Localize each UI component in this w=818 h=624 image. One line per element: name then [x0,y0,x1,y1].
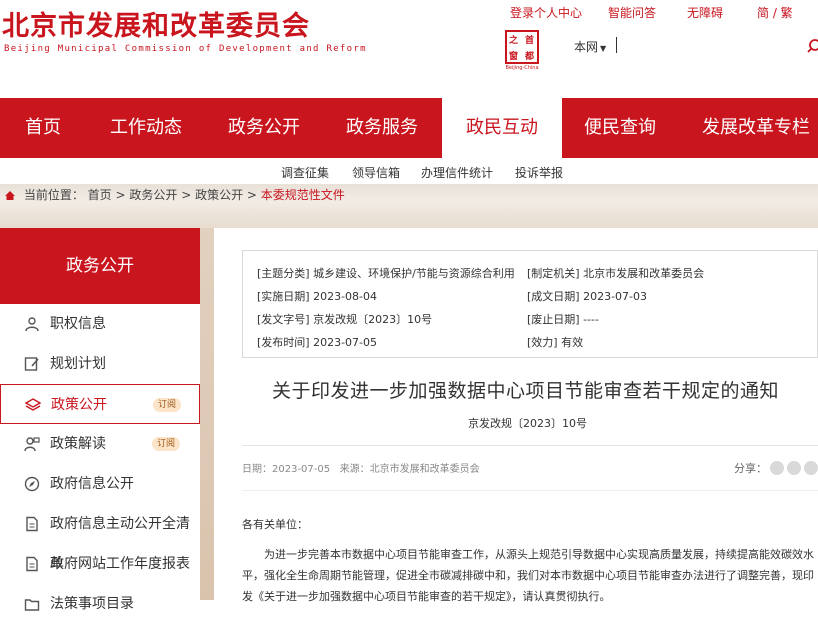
site-title-en: Beijing Municipal Commission of Developm… [4,44,367,54]
layers-icon [25,398,41,411]
weibo-share-icon[interactable] [770,461,784,475]
search-icon[interactable] [806,38,818,54]
qzone-share-icon[interactable] [804,461,818,475]
subnav-complaint[interactable]: 投诉举报 [515,164,563,181]
meta-topic: [主题分类] 城乡建设、环境保护/节能与资源综合利用 [257,267,515,280]
sidebar: 政务公开 职权信息 规划计划 政策公开 订阅 政策解读 订阅 政府信息公开 政府… [0,228,200,612]
breadcrumb-home[interactable]: 首页 [88,188,112,202]
compass-icon [24,476,40,492]
meta-made-date: [成文日期] 2023-07-03 [527,290,648,303]
nav-gov-affairs[interactable]: 政务公开 [218,98,310,158]
person-icon [25,317,39,332]
article-title: 关于印发进一步加强数据中心项目节能审查若干规定的通知 [272,380,780,402]
meta-publish-time: [发布时间] 2023-07-05 [257,336,378,349]
sidebar-heading: 政务公开 [0,228,200,304]
subnav-letter-stats[interactable]: 办理信件统计 [421,164,493,181]
nav-home[interactable]: 首页 [0,98,86,158]
article-doc-number: 京发改规〔2023〕10号 [468,417,587,430]
sub-nav: 调查征集 领导信箱 办理信件统计 投诉举报 [0,158,818,184]
home-icon [5,191,15,200]
smart-qa-link[interactable]: 智能问答 [608,4,656,21]
person-chat-icon [24,437,40,452]
meta-impl-date: [实施日期] 2023-08-04 [257,290,378,303]
nav-gov-services[interactable]: 政务服务 [336,98,428,158]
sidebar-item-policy-interpretation[interactable]: 政策解读 订阅 [0,424,200,464]
subnav-mailbox[interactable]: 领导信箱 [352,164,400,181]
article-area: [主题分类] 城乡建设、环境保护/节能与资源综合利用 [制定机关] 北京市发展和… [214,228,818,603]
top-links: 登录个人中心 智能问答 无障碍 简 / 繁 [498,4,818,20]
meta-expire-date: [废止日期] ---- [527,313,599,326]
nav-reform-column[interactable]: 发展改革专栏 [694,98,818,158]
article-dateline: 日期：2023-07-05 来源：北京市发展和改革委员会 [242,464,480,475]
sidebar-item-authority-info[interactable]: 职权信息 [0,304,200,344]
sidebar-item-policy-open[interactable]: 政策公开 订阅 [0,384,200,424]
breadcrumb-policy[interactable]: 政策公开 [195,188,243,202]
sidebar-item-policy-catalog[interactable]: 法策事项目录 [0,584,200,624]
login-link[interactable]: 登录个人中心 [510,4,582,21]
document-icon [26,556,38,572]
sidebar-item-plans[interactable]: 规划计划 [0,344,200,384]
subscribe-badge[interactable]: 订阅 [153,398,182,412]
site-title[interactable]: 北京市发展和改革委员会 [2,4,310,43]
divider [242,490,818,491]
capital-emblem-logo: 之 首 窗 都 Beijing-China [503,30,541,72]
search-input[interactable] [616,37,617,53]
meta-org: [制定机关] 北京市发展和改革委员会 [527,267,705,280]
search-bar: 本网 ▼ [562,36,818,56]
edit-icon [24,357,39,371]
share-bar: 分享： [734,460,818,476]
meta-validity: [效力] 有效 [527,336,584,349]
accessibility-link[interactable]: 无障碍 [687,4,723,21]
meta-doc-number: [发文字号] 京发改规〔2023〕10号 [257,313,433,326]
folder-icon [24,599,40,611]
subscribe-badge[interactable]: 订阅 [152,437,181,451]
language-switch-link[interactable]: 简 / 繁 [757,4,793,21]
subnav-survey[interactable]: 调查征集 [281,164,329,181]
caret-down-icon: ▼ [600,44,607,53]
search-scope-select[interactable]: 本网 ▼ [574,38,606,55]
article-body: 为进一步完善本市数据中心项目节能审查工作，从源头上规范引导数据中心实现高质量发展… [242,548,814,603]
sidebar-item-annual-report[interactable]: 政府网站工作年度报表 [0,544,200,584]
sidebar-item-gov-info-open[interactable]: 政府信息公开 [0,464,200,504]
document-icon [26,516,38,532]
breadcrumb-current[interactable]: 本委规范性文件 [261,188,345,202]
article-greeting: 各有关单位： [242,518,308,531]
document-meta-table: [主题分类] 城乡建设、环境保护/节能与资源综合利用 [制定机关] 北京市发展和… [242,250,818,358]
sidebar-item-disclosure-list[interactable]: 政府信息主动公开全清单 [0,504,200,572]
nav-public-query[interactable]: 便民查询 [574,98,666,158]
breadcrumb: 当前位置： 首页 > 政务公开 > 政策公开 > 本委规范性文件 [4,186,345,203]
breadcrumb-gov-affairs[interactable]: 政务公开 [129,188,177,202]
site-header: 北京市发展和改革委员会 Beijing Municipal Commission… [0,0,818,98]
divider [242,445,818,446]
breadcrumb-band: 当前位置： 首页 > 政务公开 > 政策公开 > 本委规范性文件 [0,184,818,228]
nav-interaction[interactable]: 政民互动 [442,98,562,158]
nav-work-news[interactable]: 工作动态 [100,98,192,158]
wechat-share-icon[interactable] [787,461,801,475]
main-nav: 首页 工作动态 政务公开 政务服务 政民互动 便民查询 发展改革专栏 [0,98,818,158]
